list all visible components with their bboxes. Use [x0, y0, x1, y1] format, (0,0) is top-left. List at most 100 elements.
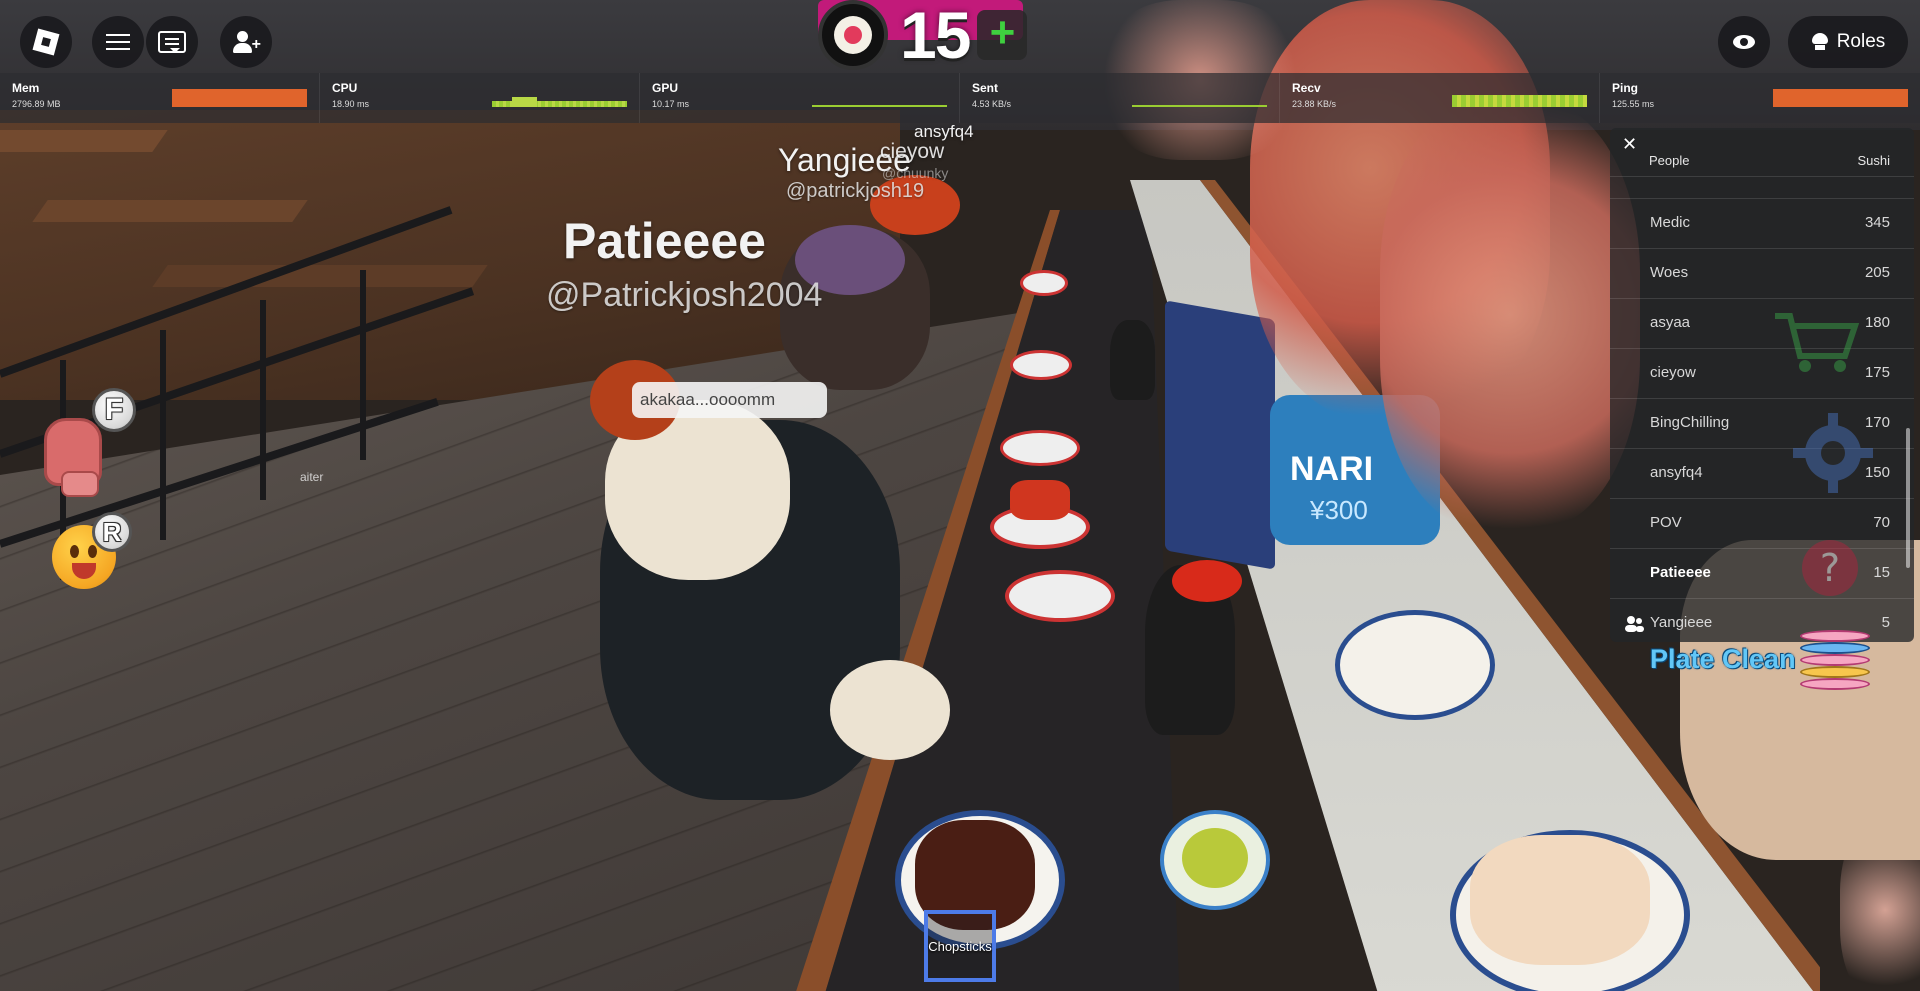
hotbar-slot-chopsticks[interactable]: Chopsticks [924, 910, 996, 982]
plate-clean-label: Plate Clean [1650, 644, 1796, 674]
railing-post [260, 300, 266, 500]
player-name: Patieeee [1650, 564, 1711, 581]
stat-value: 10.17 ms [652, 99, 690, 109]
roblox-menu-button[interactable] [20, 16, 72, 68]
player-name: asyaa [1650, 314, 1691, 331]
cherry-tree [1380, 100, 1640, 530]
backpack-icon [44, 418, 102, 497]
player-name: ansyfq4 [1650, 464, 1703, 481]
stat-graph [172, 85, 307, 109]
performance-stats-bar: Mem 2796.89 MB CPU 18.90 ms GPU 10.17 ms… [0, 73, 1920, 123]
gear-icon [1793, 413, 1873, 493]
chat-button[interactable] [146, 16, 198, 68]
leaderboard-row[interactable]: POV 70 [1610, 498, 1914, 548]
stat-label: Recv [1292, 81, 1321, 95]
stat-sent[interactable]: Sent 4.53 KB/s [960, 73, 1280, 123]
stat-value: 125.55 ms [1612, 99, 1655, 109]
sushi-plate [1000, 430, 1080, 466]
friends-icon [1625, 616, 1644, 632]
npc-label: aiter [300, 470, 324, 484]
keybind-badge: F [92, 388, 136, 432]
sushi-roe [1010, 480, 1070, 520]
stat-value: 2796.89 MB [12, 99, 61, 109]
stat-label: Mem [12, 81, 40, 95]
tool-label: Chopsticks [928, 938, 992, 954]
column-sushi: Sushi [1857, 153, 1890, 168]
stat-label: CPU [332, 81, 358, 95]
player-name: POV [1650, 514, 1682, 531]
nametag-display: cieyow [880, 140, 945, 163]
roles-label: Roles [1836, 31, 1886, 52]
nametag-handle: @Patrickjosh2004 [546, 276, 823, 314]
leaderboard-row-partial [1610, 176, 1914, 198]
stat-label: Ping [1612, 81, 1638, 95]
belt-plate [1335, 610, 1495, 720]
sushi-nigiri [1470, 835, 1650, 965]
buy-sushi-button[interactable]: + [977, 10, 1028, 60]
player-sushi: 180 [1864, 314, 1890, 331]
stat-ping[interactable]: Ping 125.55 ms [1600, 73, 1920, 123]
leaderboard-row[interactable]: asyaa 180 [1610, 298, 1914, 348]
sushi-plate [1020, 270, 1068, 296]
stat-graph [812, 85, 947, 109]
plate-stack-icon[interactable] [1800, 630, 1870, 692]
player-name: Medic [1650, 214, 1691, 231]
chat-icon [158, 31, 186, 53]
add-friend-button[interactable]: + [220, 16, 272, 68]
player-sushi: 205 [1864, 264, 1890, 281]
wasabi [1182, 828, 1248, 888]
leaderboard-row[interactable]: Woes 205 [1610, 248, 1914, 298]
chef-hat-icon [1811, 33, 1829, 51]
leaderboard-row[interactable]: Medic 345 [1610, 198, 1914, 248]
stat-value: 4.53 KB/s [972, 99, 1012, 109]
stat-value: 18.90 ms [332, 99, 370, 109]
player-sushi: 15 [1873, 564, 1890, 581]
player-name: BingChilling [1650, 414, 1730, 431]
stat-mem[interactable]: Mem 2796.89 MB [0, 73, 320, 123]
leaderboard-row[interactable]: cieyow 175 [1610, 348, 1914, 398]
nametag-display: Patieeee [563, 213, 766, 269]
hamburger-icon [106, 29, 130, 55]
player-name: Woes [1650, 264, 1689, 281]
menu-button[interactable] [92, 16, 144, 68]
column-people: People [1649, 153, 1690, 168]
nametag-handle: @chuunky [882, 165, 949, 181]
nametag-handle: @patrickjosh19 [786, 180, 925, 202]
stat-graph [1132, 85, 1267, 109]
sign-brand: NARI [1290, 450, 1374, 488]
menu-display [1165, 300, 1275, 570]
stat-cpu[interactable]: CPU 18.90 ms [320, 73, 640, 123]
leaderboard-scrollbar[interactable] [1906, 428, 1910, 568]
backpack-button[interactable]: F [40, 388, 136, 497]
player-name: cieyow [1650, 364, 1696, 381]
player-sushi: 70 [1873, 514, 1890, 531]
leaderboard-row-self[interactable]: Patieeee 15 [1610, 548, 1914, 598]
stat-gpu[interactable]: GPU 10.17 ms [640, 73, 960, 123]
roles-button[interactable]: Roles [1788, 16, 1908, 68]
stat-graph [492, 85, 627, 109]
nametag-display: ansyfq4 [914, 122, 974, 141]
player-sushi: 5 [1881, 614, 1890, 631]
sushi-plate [1010, 350, 1072, 380]
stat-recv[interactable]: Recv 23.88 KB/s [1280, 73, 1600, 123]
cart-icon [1775, 313, 1860, 372]
sushi-plate [1005, 570, 1115, 622]
soy-sauce-cap [1172, 560, 1242, 602]
close-icon[interactable]: ✕ [1622, 134, 1637, 155]
stat-graph [1452, 85, 1587, 109]
sushi-count: 15 [900, 0, 971, 72]
keybind-badge: R [92, 512, 132, 552]
railing-post [160, 330, 166, 540]
player-sushi: 345 [1864, 214, 1890, 231]
stat-graph [1773, 85, 1908, 109]
stat-value: 23.88 KB/s [1292, 99, 1337, 109]
add-friend-icon: + [233, 29, 261, 55]
character-hand [830, 660, 950, 760]
floor-plank [0, 130, 168, 152]
leaderboard-header: ✕ People Sushi [1610, 128, 1914, 176]
view-toggle-button[interactable] [1718, 16, 1770, 68]
player-sushi: 175 [1864, 364, 1890, 381]
emote-button[interactable]: R [52, 512, 132, 590]
chat-bubble: akakaa...oooomm [632, 382, 827, 418]
sushi-counter: 15 + [818, 0, 1028, 72]
